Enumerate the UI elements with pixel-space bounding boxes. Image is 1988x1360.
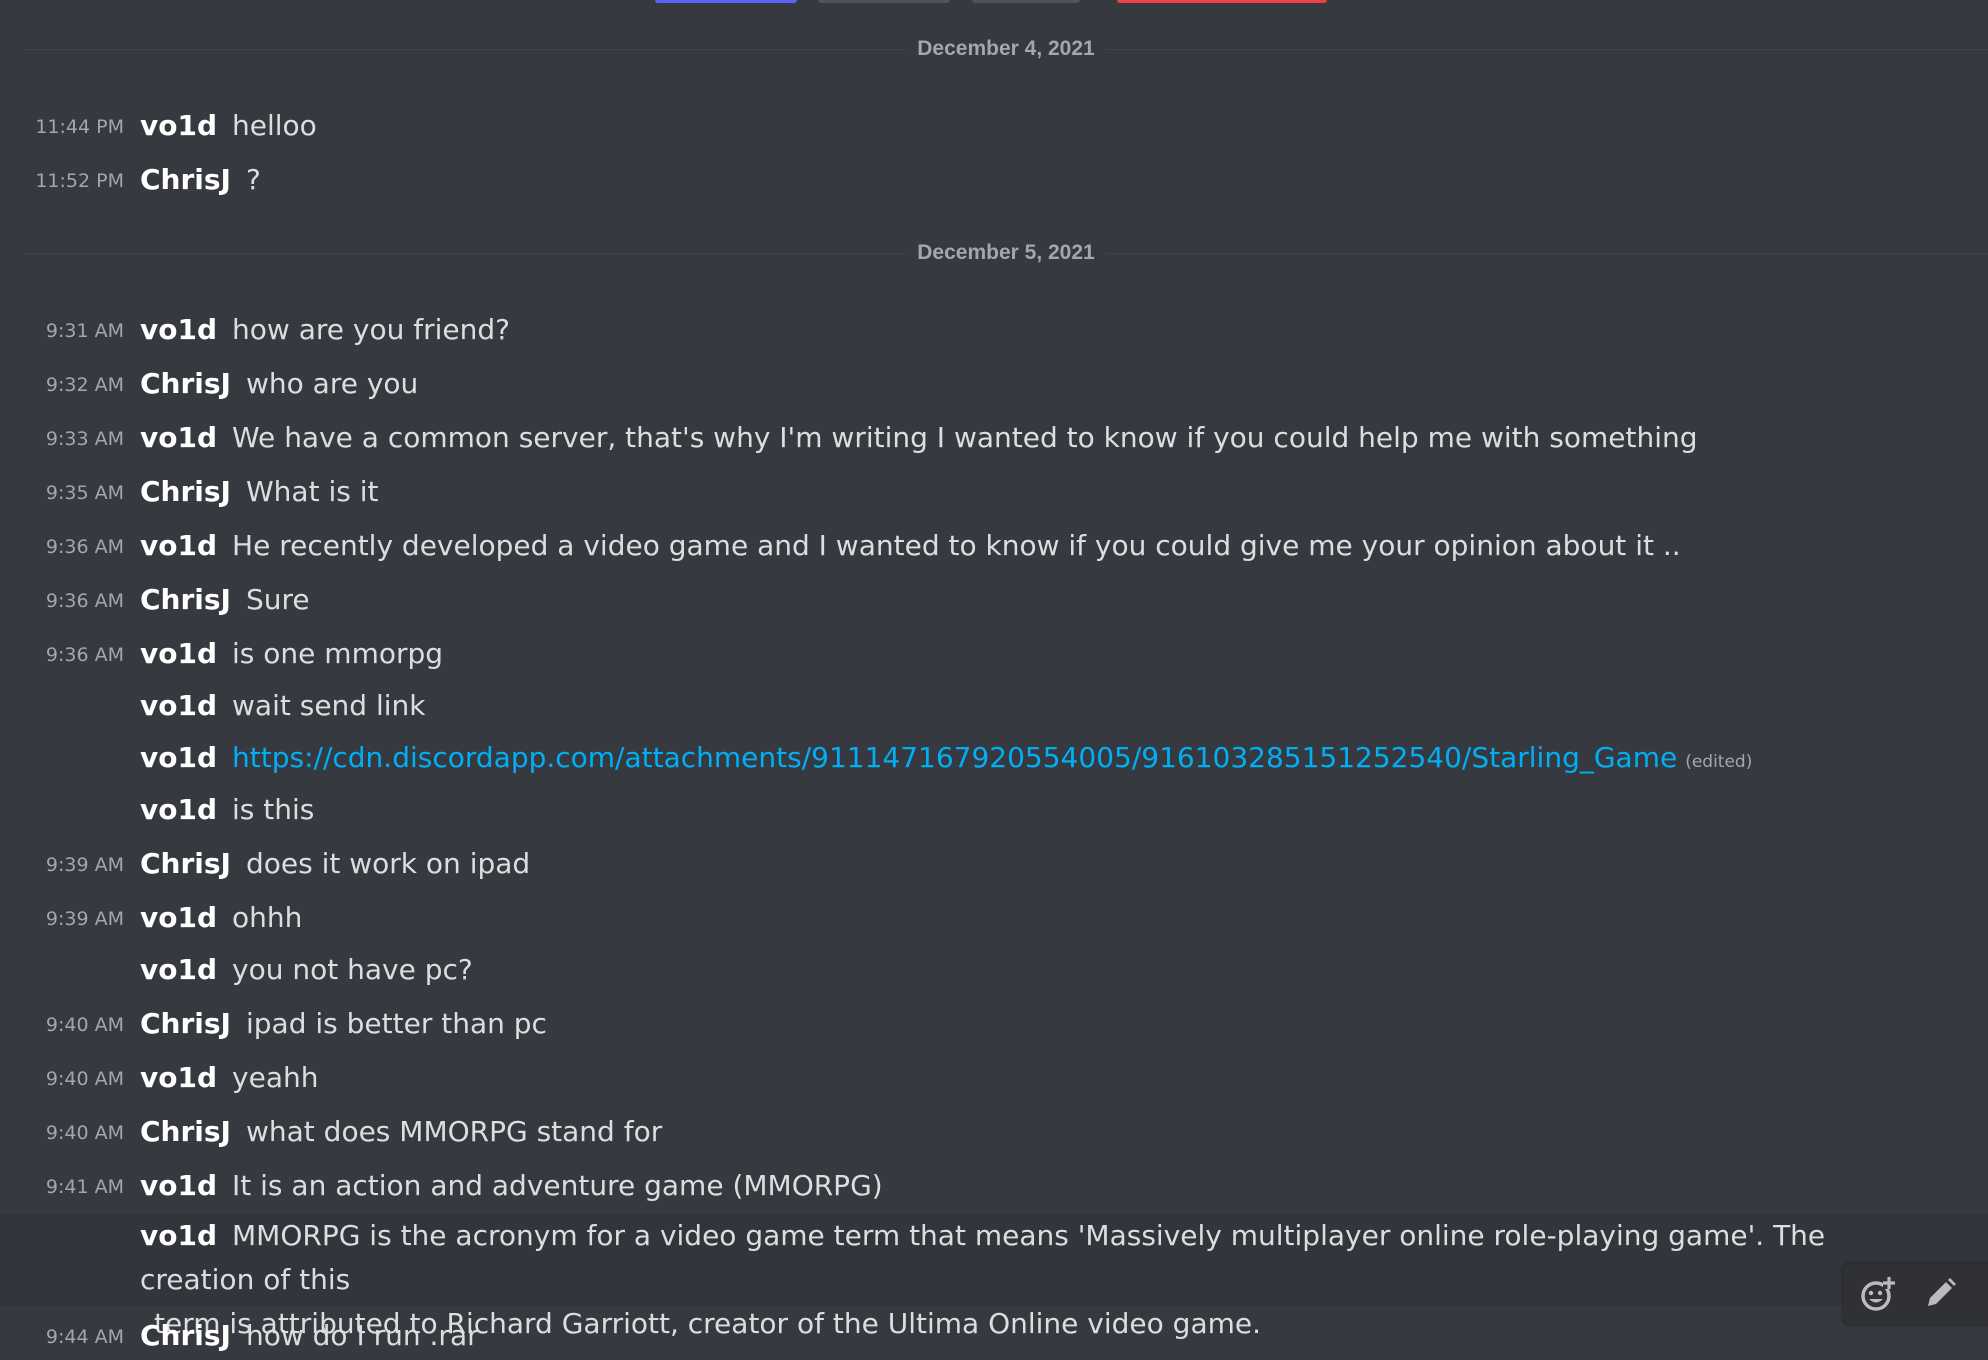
message-text: MMORPG is the acronym for a video game t… [140, 1219, 1826, 1296]
message-author[interactable]: vo1d [140, 689, 217, 722]
message-row[interactable]: 9:31 AM vo1d how are you friend? [0, 306, 1988, 354]
message-timestamp: 9:36 AM [45, 644, 124, 666]
message-author[interactable]: vo1d [140, 741, 217, 774]
message-text: who are you [245, 367, 419, 400]
message-text: He recently developed a video game and I… [232, 529, 1681, 562]
tab-indicator[interactable] [1117, 0, 1327, 3]
message-timestamp: 9:39 AM [45, 908, 124, 930]
message-hover-toolbar [1843, 1263, 1988, 1325]
message-text: how do I run .rar [245, 1319, 479, 1352]
message-text: We have a common server, that's why I'm … [232, 421, 1698, 454]
message-author[interactable]: ChrisJ [140, 1007, 231, 1040]
message-author[interactable]: ChrisJ [140, 847, 231, 880]
message-author[interactable]: ChrisJ [140, 1319, 231, 1352]
message-author[interactable]: ChrisJ [140, 1115, 231, 1148]
message-link[interactable]: https://cdn.discordapp.com/attachments/9… [232, 741, 1677, 774]
message-row[interactable]: vo1d you not have pc? [0, 946, 1988, 994]
message-author[interactable]: vo1d [140, 1061, 217, 1094]
message-row[interactable]: vo1d is this [0, 786, 1988, 834]
message-row[interactable]: 9:40 AM vo1d yeahh [0, 1054, 1988, 1102]
message-row[interactable]: 9:39 AM vo1d ohhh [0, 894, 1988, 942]
message-text: helloo [232, 109, 317, 142]
message-row[interactable]: 11:44 PM vo1d helloo [0, 102, 1988, 150]
message-row[interactable]: 9:40 AM ChrisJ what does MMORPG stand for [0, 1108, 1988, 1156]
tab-indicator[interactable] [972, 0, 1080, 3]
message-author[interactable]: vo1d [140, 793, 217, 826]
message-text: is one mmorpg [232, 637, 444, 670]
message-timestamp: 11:44 PM [35, 116, 124, 138]
message-text: does it work on ipad [245, 847, 531, 880]
message-row[interactable]: 9:41 AM vo1d It is an action and adventur… [0, 1162, 1988, 1210]
message-author[interactable]: ChrisJ [140, 367, 231, 400]
message-text: is this [232, 793, 315, 826]
edited-tag: (edited) [1685, 752, 1753, 772]
message-row[interactable]: 11:52 PM ChrisJ? [0, 156, 1988, 204]
message-row[interactable]: 9:36 AM vo1d is one mmorpg [0, 630, 1988, 678]
message-author[interactable]: vo1d [140, 637, 217, 670]
message-text: wait send link [232, 689, 426, 722]
message-text: you not have pc? [232, 953, 473, 986]
date-label: December 5, 2021 [905, 241, 1107, 265]
message-timestamp: 9:40 AM [45, 1068, 124, 1090]
message-text: ipad is better than pc [245, 1007, 547, 1040]
add-reaction-icon[interactable] [1858, 1274, 1898, 1314]
message-timestamp: 9:35 AM [45, 482, 124, 504]
message-timestamp: 9:44 AM [45, 1326, 124, 1348]
pencil-edit-icon[interactable] [1920, 1274, 1960, 1314]
message-row[interactable]: vo1d wait send link [0, 682, 1988, 730]
message-author[interactable]: vo1d [140, 901, 217, 934]
message-author[interactable]: vo1d [140, 953, 217, 986]
message-text: how are you friend? [232, 313, 510, 346]
message-text: Sure [245, 583, 310, 616]
message-row[interactable]: 9:35 AM ChrisJ What is it [0, 468, 1988, 516]
message-row-hovered[interactable]: vo1d MMORPG is the acronym for a video ga… [0, 1214, 1988, 1340]
tab-indicator[interactable] [818, 0, 950, 3]
date-label: December 4, 2021 [905, 37, 1107, 61]
message-author[interactable]: vo1d [140, 529, 217, 562]
message-timestamp: 9:32 AM [45, 374, 124, 396]
message-timestamp: 9:36 AM [45, 590, 124, 612]
message-text: ohhh [232, 901, 303, 934]
message-timestamp: 11:52 PM [35, 170, 124, 192]
message-timestamp: 9:39 AM [45, 854, 124, 876]
message-row[interactable]: 9:36 AM vo1d He recently developed a vide… [0, 522, 1988, 570]
message-timestamp: 9:31 AM [45, 320, 124, 342]
message-row[interactable]: 9:36 AM ChrisJ Sure [0, 576, 1988, 624]
message-author[interactable]: vo1d [140, 1219, 217, 1252]
message-row[interactable]: 9:32 AM ChrisJ who are you [0, 360, 1988, 408]
message-text: ? [245, 163, 261, 196]
message-text: What is it [245, 475, 379, 508]
date-divider: December 4, 2021 [24, 37, 1988, 61]
message-timestamp: 9:40 AM [45, 1014, 124, 1036]
message-author[interactable]: vo1d [140, 109, 217, 142]
message-row[interactable]: 9:44 AM ChrisJ how do I run .rar [0, 1312, 1988, 1360]
message-row[interactable]: 9:40 AM ChrisJ ipad is better than pc [0, 1000, 1988, 1048]
message-timestamp: 9:33 AM [45, 428, 124, 450]
top-tab-strip [0, 0, 1988, 4]
date-divider: December 5, 2021 [24, 241, 1988, 265]
message-text: It is an action and adventure game (MMOR… [232, 1169, 883, 1202]
message-row[interactable]: vo1d https://cdn.discordapp.com/attachmen… [0, 734, 1988, 782]
message-author[interactable]: vo1d [140, 313, 217, 346]
message-timestamp: 9:40 AM [45, 1122, 124, 1144]
tab-indicator[interactable] [655, 0, 797, 3]
message-author[interactable]: vo1d [140, 421, 217, 454]
message-text: what does MMORPG stand for [245, 1115, 663, 1148]
message-author[interactable]: ChrisJ [140, 583, 231, 616]
message-timestamp: 9:41 AM [45, 1176, 124, 1198]
message-text: yeahh [232, 1061, 319, 1094]
message-row[interactable]: 9:39 AM ChrisJ does it work on ipad [0, 840, 1988, 888]
message-timestamp: 9:36 AM [45, 536, 124, 558]
message-author[interactable]: ChrisJ [140, 163, 231, 196]
message-author[interactable]: ChrisJ [140, 475, 231, 508]
message-author[interactable]: vo1d [140, 1169, 217, 1202]
message-row[interactable]: 9:33 AM vo1d We have a common server, tha… [0, 414, 1988, 462]
